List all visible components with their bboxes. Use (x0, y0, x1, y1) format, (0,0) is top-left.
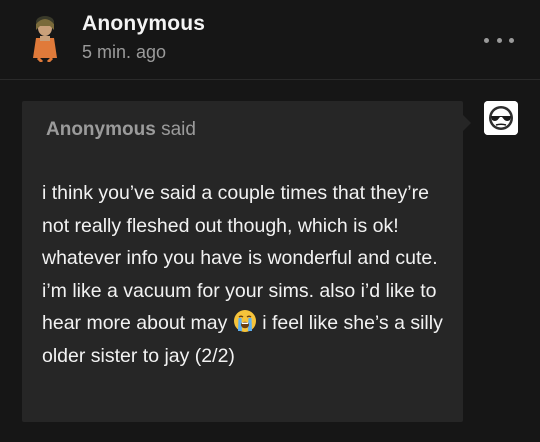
sunglasses-face-icon (484, 101, 518, 135)
loudly-crying-face-icon (233, 309, 257, 333)
asker-line: Anonymous said (46, 119, 196, 141)
asker-name[interactable]: Anonymous (46, 119, 156, 140)
more-horizontal-icon (484, 37, 489, 43)
more-options-button[interactable] (484, 30, 514, 50)
more-horizontal-icon (496, 37, 502, 43)
ask-box: Anonymous said i think you’ve said a cou… (22, 101, 471, 422)
said-label: said (161, 119, 196, 140)
post-timestamp[interactable]: 5 min. ago (82, 42, 166, 63)
post-header: Anonymous 5 min. ago (0, 0, 540, 80)
more-horizontal-icon (509, 37, 514, 43)
author-avatar[interactable] (30, 14, 60, 64)
answerer-avatar[interactable] (484, 101, 518, 135)
author-name[interactable]: Anonymous (82, 12, 205, 36)
ask-body: i think you’ve said a couple times that … (42, 177, 447, 372)
